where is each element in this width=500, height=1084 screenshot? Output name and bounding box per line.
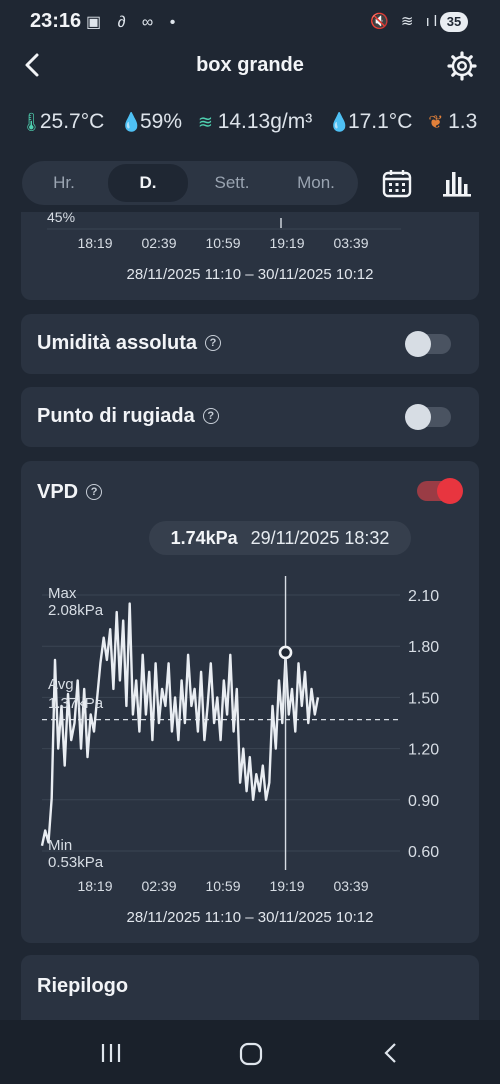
- y-tick-label: 1.50: [408, 690, 439, 707]
- x-tick-label: 18:19: [77, 878, 112, 894]
- y-tick-label: 1.80: [408, 639, 439, 656]
- selected-point: [278, 645, 293, 660]
- home-icon[interactable]: [239, 1042, 263, 1066]
- x-tick-label: 02:39: [141, 878, 176, 894]
- summary-label: Riepilogo: [37, 975, 129, 997]
- y-tick-label: 2.10: [408, 588, 439, 605]
- avg-label: Avg: [48, 676, 74, 693]
- vpd-chart[interactable]: 2.10 1.80 1.50 1.20 0.90 0.60 18:19 02:39 10:59…: [0, 0, 500, 1084]
- x-tick-label: 10:59: [205, 878, 240, 894]
- min-label: Min: [48, 837, 72, 854]
- vpd-series-line: [40, 602, 320, 847]
- x-tick-label: 03:39: [333, 878, 368, 894]
- min-value: 0.53kPa: [48, 854, 104, 871]
- y-tick-label: 0.60: [408, 844, 439, 861]
- y-tick-label: 0.90: [408, 793, 439, 810]
- y-tick-label: 1.20: [408, 742, 439, 759]
- avg-value: 1.37kPa: [48, 695, 104, 712]
- recent-apps-icon[interactable]: [100, 1042, 122, 1064]
- system-back-icon[interactable]: [380, 1042, 402, 1064]
- system-nav-bar: [0, 1020, 500, 1084]
- max-value: 2.08kPa: [48, 602, 104, 619]
- x-tick-label: 19:19: [269, 878, 304, 894]
- max-label: Max: [48, 585, 77, 602]
